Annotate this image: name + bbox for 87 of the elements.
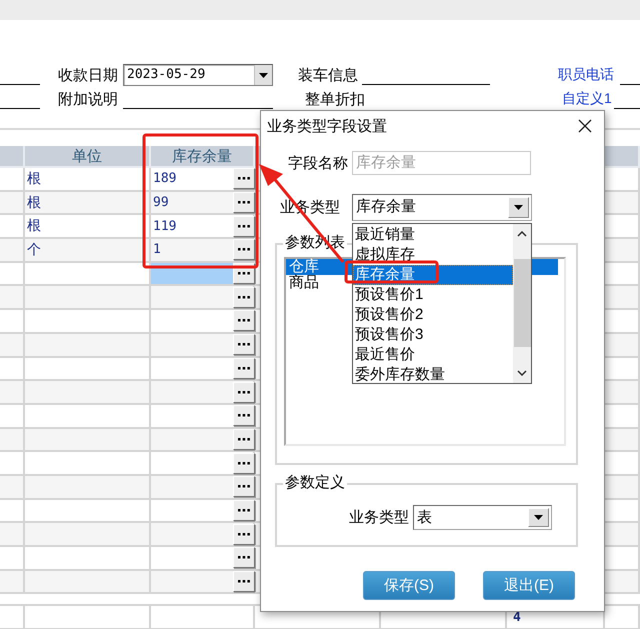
dropdown-arrow-icon: [259, 72, 268, 78]
table-cell: [0, 334, 25, 358]
scroll-up-icon[interactable]: [517, 231, 527, 237]
business-type-combo[interactable]: 库存余量: [352, 194, 532, 221]
table-cell: [0, 286, 25, 310]
table-cell[interactable]: [151, 286, 255, 310]
table-cell[interactable]: [151, 381, 255, 405]
ellipsis-button[interactable]: [233, 192, 255, 214]
ellipsis-icon: [238, 366, 250, 370]
table-cell: [0, 570, 25, 594]
ellipsis-icon: [238, 438, 250, 441]
field-label: 业务类型: [349, 508, 409, 527]
ellipsis-icon: [238, 390, 250, 394]
ellipsis-icon: [238, 248, 250, 252]
ellipsis-button[interactable]: [233, 334, 255, 356]
ellipsis-icon: [238, 272, 250, 276]
ellipsis-button[interactable]: [233, 571, 255, 592]
type-combo[interactable]: 表: [413, 505, 552, 530]
table-cell: 根: [25, 192, 151, 216]
scroll-down-icon[interactable]: [517, 370, 527, 376]
ellipsis-button[interactable]: [233, 168, 255, 190]
field-label: 附加说明: [58, 90, 119, 108]
date-combo[interactable]: 2023-05-29: [123, 64, 273, 86]
dropdown-arrow-icon: [514, 205, 523, 210]
table-cell: [0, 381, 25, 405]
dropdown-option[interactable]: 预设售价3: [353, 325, 513, 345]
field-label: 装车信息: [298, 66, 359, 84]
ellipsis-icon: [238, 580, 250, 584]
table-cell[interactable]: [151, 428, 255, 452]
ellipsis-button[interactable]: [233, 286, 255, 308]
table-cell[interactable]: [151, 334, 255, 358]
ellipsis-icon: [238, 343, 250, 346]
ellipsis-button[interactable]: [233, 428, 255, 450]
table-cell[interactable]: [151, 476, 255, 500]
dropdown-option[interactable]: 最近售价: [353, 345, 513, 365]
ellipsis-button[interactable]: [233, 405, 255, 426]
ellipsis-button[interactable]: [233, 524, 255, 545]
group-title: 参数定义: [283, 474, 347, 492]
ellipsis-icon: [238, 508, 250, 512]
ellipsis-button[interactable]: [233, 358, 255, 379]
field-label: 收款日期: [58, 66, 119, 84]
ellipsis-icon: [238, 414, 250, 418]
ellipsis-button[interactable]: [233, 239, 255, 260]
table-cell[interactable]: 99: [151, 192, 255, 216]
cell-value: 119: [152, 218, 176, 234]
ellipsis-button[interactable]: [233, 310, 255, 332]
ellipsis-button[interactable]: [233, 216, 255, 237]
ellipsis-button[interactable]: [233, 476, 255, 498]
ellipsis-button[interactable]: [233, 500, 255, 521]
field-label: 字段名称: [288, 154, 349, 172]
ellipsis-icon: [238, 296, 250, 299]
field-label: 整单折扣: [305, 90, 366, 108]
cell-value: 99: [152, 195, 169, 210]
ellipsis-icon: [238, 462, 250, 465]
cell-value: 1: [152, 242, 161, 258]
ellipsis-icon: [238, 532, 250, 536]
column-header[interactable]: 单位: [25, 146, 151, 168]
ellipsis-icon: [238, 556, 250, 560]
ellipsis-button[interactable]: [233, 452, 255, 474]
table-cell: [0, 192, 25, 216]
cell-value: 189: [152, 171, 176, 186]
table-cell: [0, 476, 25, 500]
ellipsis-icon: [238, 177, 250, 180]
ellipsis-button[interactable]: [233, 382, 255, 403]
table-cell[interactable]: [151, 523, 255, 547]
ellipsis-icon: [238, 224, 250, 228]
table-cell: 个: [25, 239, 151, 263]
table-cell: [0, 523, 25, 547]
dropdown-option[interactable]: 预设售价2: [353, 305, 513, 325]
table-cell: [0, 428, 25, 452]
ellipsis-icon: [238, 319, 250, 322]
ellipsis-icon: [238, 201, 250, 204]
table-cell: [0, 239, 25, 263]
list-item[interactable]: 商品: [286, 274, 322, 291]
column-header: [0, 146, 25, 168]
dialog-title: 业务类型字段设置: [267, 116, 387, 136]
dropdown-option[interactable]: 最近销量: [353, 225, 513, 245]
dropdown-option[interactable]: 库存余量: [353, 265, 513, 285]
ellipsis-button[interactable]: [233, 547, 255, 568]
dropdown-option[interactable]: 委外库存数量: [353, 365, 513, 383]
field-link[interactable]: 自定义1: [562, 90, 612, 108]
field-link[interactable]: 职员电话: [558, 66, 618, 84]
dropdown-arrow-icon: [534, 515, 543, 520]
table-cell[interactable]: [151, 570, 255, 594]
ellipsis-icon: [238, 485, 250, 488]
scrollbar[interactable]: [513, 224, 531, 383]
close-icon[interactable]: [578, 119, 592, 133]
